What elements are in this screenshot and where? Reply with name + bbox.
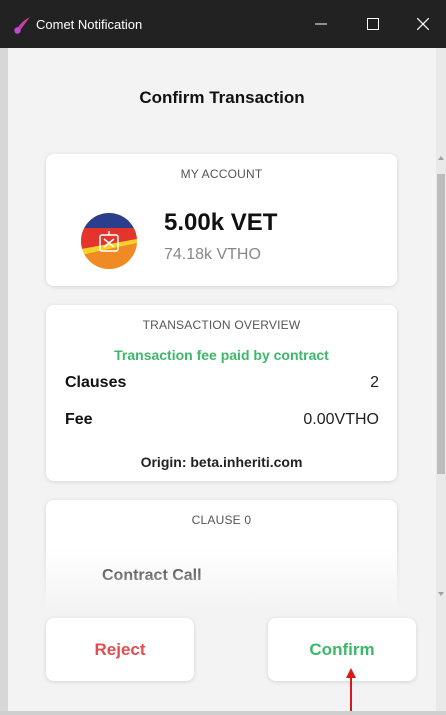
minimize-button[interactable] bbox=[296, 0, 346, 48]
close-button[interactable] bbox=[398, 0, 446, 48]
red-arrow-annotation-icon bbox=[346, 668, 356, 715]
transaction-overview-card: TRANSACTION OVERVIEW Transaction fee pai… bbox=[46, 305, 397, 481]
account-card-header: MY ACCOUNT bbox=[180, 167, 263, 181]
reject-button[interactable]: Reject bbox=[46, 618, 194, 681]
scroll-thumb[interactable] bbox=[437, 174, 445, 474]
window-frame-left bbox=[0, 48, 8, 715]
origin-text: Origin: beta.inheriti.com bbox=[140, 454, 303, 470]
transaction-scroll-area[interactable]: MY ACCOUNT 5.00k VET 74.18k VTHO TRANSAC… bbox=[8, 140, 436, 608]
fee-value: 0.00VTHO bbox=[303, 411, 379, 428]
clause-card: CLAUSE 0 Contract Call bbox=[46, 500, 397, 608]
clause-card-header: CLAUSE 0 bbox=[191, 513, 252, 527]
close-icon bbox=[417, 18, 429, 30]
window-frame-bottom bbox=[0, 711, 446, 715]
account-card: MY ACCOUNT 5.00k VET 74.18k VTHO bbox=[46, 154, 397, 286]
maximize-icon bbox=[367, 18, 379, 30]
overview-card-header: TRANSACTION OVERVIEW bbox=[142, 318, 301, 332]
page-title: Confirm Transaction bbox=[139, 88, 305, 107]
window-title: Comet Notification bbox=[36, 17, 143, 32]
clauses-value: 2 bbox=[370, 374, 379, 391]
comet-icon bbox=[14, 17, 30, 34]
window-titlebar: Comet Notification bbox=[0, 0, 446, 48]
clauses-label: Clauses bbox=[65, 374, 127, 391]
vertical-scrollbar[interactable] bbox=[436, 152, 446, 602]
vet-balance: 5.00k VET bbox=[164, 209, 278, 236]
confirm-button[interactable]: Confirm bbox=[268, 618, 416, 681]
clause-type: Contract Call bbox=[102, 567, 202, 584]
fee-label: Fee bbox=[65, 411, 93, 428]
account-avatar-icon bbox=[81, 213, 137, 269]
scroll-down-arrow-icon[interactable] bbox=[438, 592, 444, 596]
minimize-icon bbox=[315, 23, 327, 25]
vtho-balance: 74.18k VTHO bbox=[164, 246, 261, 263]
scroll-up-arrow-icon[interactable] bbox=[438, 156, 444, 160]
maximize-button[interactable] bbox=[348, 0, 398, 48]
fee-sponsor-note: Transaction fee paid by contract bbox=[114, 347, 329, 363]
